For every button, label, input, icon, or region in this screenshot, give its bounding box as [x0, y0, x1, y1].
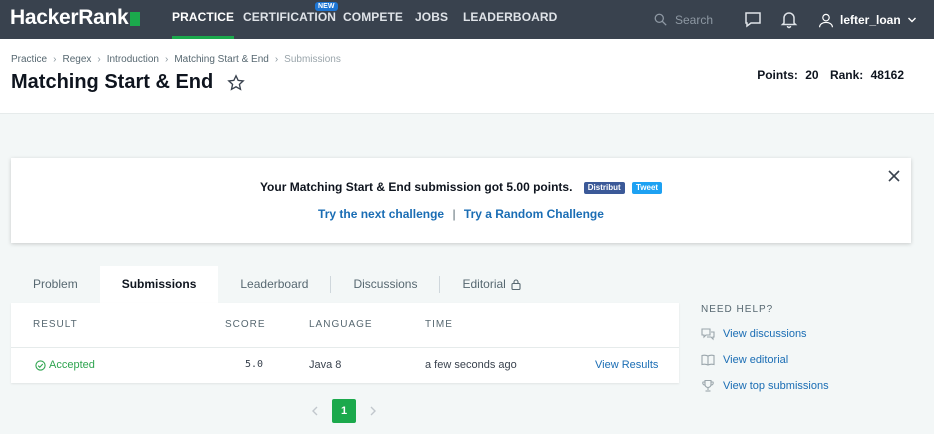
new-badge: NEW — [315, 2, 338, 11]
link-separator: | — [452, 207, 456, 221]
column-header-language: LANGUAGE — [309, 319, 373, 330]
page-header: Practice › Regex › Introduction › Matchi… — [0, 39, 934, 114]
logo-text: HackerRank — [10, 6, 129, 29]
view-top-submissions-label: View top submissions — [723, 380, 829, 392]
tab-editorial[interactable]: Editorial — [440, 266, 542, 303]
lock-icon — [511, 279, 521, 290]
chevron-right-icon: › — [274, 54, 279, 65]
points-value: 20 — [805, 68, 819, 82]
search-placeholder: Search — [675, 12, 714, 27]
next-challenge-link[interactable]: Try the next challenge — [318, 207, 444, 221]
nav-jobs[interactable]: JOBS — [415, 0, 448, 39]
banner-message: Your Matching Start & End submission got… — [259, 180, 573, 194]
nav-practice[interactable]: PRACTICE — [172, 0, 235, 39]
nav-certification[interactable]: CERTIFICATION NEW — [243, 0, 338, 39]
user-stats: Points: 20 Rank: 48162 — [753, 68, 904, 82]
tab-problem[interactable]: Problem — [11, 266, 100, 303]
page-title: Matching Start & End — [11, 71, 214, 93]
nav-compete[interactable]: COMPETE — [343, 0, 403, 39]
chevron-left-icon — [312, 406, 318, 416]
rank-value: 48162 — [870, 68, 904, 82]
trophy-icon — [702, 379, 714, 392]
challenge-tabs: Problem Submissions Leaderboard Discussi… — [11, 266, 543, 303]
chevron-right-icon: › — [53, 54, 57, 65]
search-box[interactable]: Search — [654, 0, 713, 39]
breadcrumb-regex[interactable]: Regex — [62, 54, 91, 65]
discussions-icon — [701, 328, 715, 341]
time-cell: a few seconds ago — [425, 359, 517, 371]
chevron-right-icon: › — [164, 54, 169, 65]
breadcrumb-submissions: Submissions — [284, 54, 341, 65]
breadcrumb: Practice › Regex › Introduction › Matchi… — [11, 54, 341, 65]
submissions-table: RESULT SCORE LANGUAGE TIME Accepted 5.0 … — [11, 303, 679, 383]
result-status: Accepted — [49, 359, 95, 371]
column-header-time: TIME — [425, 319, 453, 330]
view-editorial-link[interactable]: View editorial — [701, 353, 921, 367]
column-header-result: RESULT — [33, 319, 78, 330]
submission-success-banner: Your Matching Start & End submission got… — [11, 158, 911, 243]
hackerrank-logo[interactable]: HackerRank — [10, 6, 141, 30]
need-help-panel: NEED HELP? View discussions View editori… — [701, 304, 921, 393]
banner-links: Try the next challenge | Try a Random Ch… — [11, 207, 911, 221]
header-divider — [11, 347, 679, 348]
tab-leaderboard[interactable]: Leaderboard — [218, 266, 330, 303]
messages-icon[interactable] — [743, 9, 763, 29]
result-cell: Accepted — [35, 359, 95, 371]
breadcrumb-introduction[interactable]: Introduction — [107, 54, 159, 65]
chevron-right-icon: › — [97, 54, 101, 65]
random-challenge-link[interactable]: Try a Random Challenge — [464, 207, 604, 221]
view-editorial-label: View editorial — [723, 354, 789, 366]
breadcrumb-challenge[interactable]: Matching Start & End — [174, 54, 269, 65]
tab-discussions[interactable]: Discussions — [331, 266, 439, 303]
breadcrumb-practice[interactable]: Practice — [11, 54, 47, 65]
search-icon — [654, 13, 667, 26]
language-cell: Java 8 — [309, 359, 342, 371]
column-header-score: SCORE — [225, 319, 266, 330]
view-results-link[interactable]: View Results — [595, 359, 658, 371]
close-icon[interactable] — [887, 169, 901, 183]
view-top-submissions-link[interactable]: View top submissions — [701, 379, 921, 393]
points-label: Points: — [757, 68, 798, 82]
check-circle-icon — [35, 359, 46, 371]
previous-page-button[interactable] — [303, 399, 327, 423]
page-1-button[interactable]: 1 — [332, 399, 356, 423]
user-avatar-icon — [819, 13, 833, 27]
view-discussions-link[interactable]: View discussions — [701, 327, 921, 341]
top-navbar: HackerRank PRACTICE CERTIFICATION NEW CO… — [0, 0, 934, 39]
nav-certification-label: CERTIFICATION — [243, 10, 337, 24]
page-title-row: Matching Start & End — [11, 71, 246, 94]
chevron-right-icon — [370, 406, 376, 416]
score-cell: 5.0 — [245, 359, 264, 370]
view-discussions-label: View discussions — [723, 328, 807, 340]
tab-submissions[interactable]: Submissions — [99, 266, 219, 303]
pagination: 1 — [303, 399, 385, 423]
notifications-bell-icon[interactable] — [779, 9, 799, 29]
rank-label: Rank: — [829, 68, 864, 82]
tweet-button[interactable]: Tweet — [631, 181, 663, 194]
nav-leaderboard[interactable]: LEADERBOARD — [463, 0, 557, 39]
logo-square-icon — [130, 12, 141, 26]
chevron-down-icon — [907, 17, 916, 22]
user-menu[interactable]: lefter_loan — [818, 0, 917, 39]
facebook-share-button[interactable]: Distribut — [583, 181, 625, 194]
banner-message-row: Your Matching Start & End submission got… — [11, 180, 911, 194]
need-help-title: NEED HELP? — [701, 304, 774, 315]
next-page-button[interactable] — [361, 399, 385, 423]
tab-editorial-label: Editorial — [462, 277, 506, 291]
username: lefter_loan — [840, 12, 901, 27]
book-icon — [701, 354, 715, 366]
bookmark-star-icon[interactable] — [227, 73, 246, 92]
